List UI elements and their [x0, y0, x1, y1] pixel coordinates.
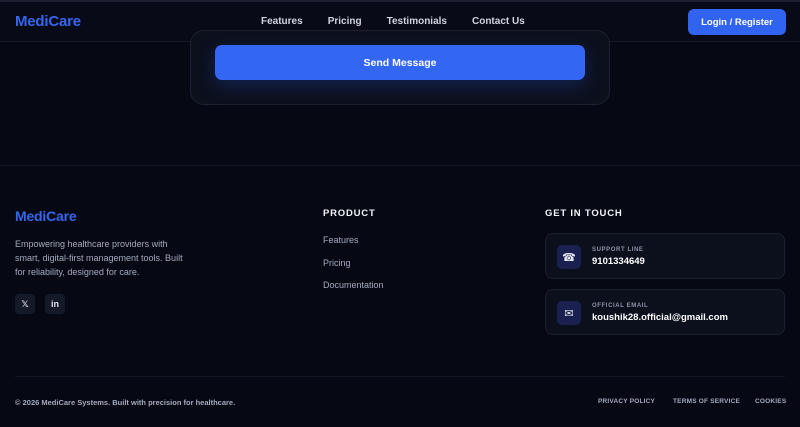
linkedin-social-icon[interactable]: in	[45, 294, 65, 314]
phone-icon: ☎	[557, 245, 581, 269]
support-line-label: SUPPORT LINE	[592, 247, 644, 253]
support-line-card[interactable]: ☎ SUPPORT LINE 9101334649	[545, 233, 785, 279]
footer-tagline: Empowering healthcare providers with sma…	[15, 239, 183, 277]
official-email-value: koushik28.official@gmail.com	[592, 312, 728, 323]
get-in-touch-heading: GET IN TOUCH	[545, 208, 623, 219]
nav-link-contact-us[interactable]: Contact Us	[472, 16, 525, 27]
nav-link-features[interactable]: Features	[261, 16, 303, 27]
privacy-policy-link[interactable]: PRIVACY POLICY	[598, 398, 655, 405]
cookies-link[interactable]: COOKIES	[755, 398, 786, 405]
product-heading: PRODUCT	[323, 208, 376, 219]
nav-link-testimonials[interactable]: Testimonials	[387, 16, 447, 27]
x-social-icon[interactable]: 𝕏	[15, 294, 35, 314]
brand-logo[interactable]: MediCare	[15, 13, 81, 30]
official-email-card[interactable]: ✉ OFFICIAL EMAIL koushik28.official@gmai…	[545, 289, 785, 335]
copyright-text: © 2026 MediCare Systems. Built with prec…	[15, 398, 236, 407]
footer-link-documentation[interactable]: Documentation	[323, 280, 384, 290]
official-email-label: OFFICIAL EMAIL	[592, 303, 649, 309]
footer-link-pricing[interactable]: Pricing	[323, 258, 351, 268]
terms-of-service-link[interactable]: TERMS OF SERVICE	[673, 398, 740, 405]
support-line-value: 9101334649	[592, 256, 645, 267]
footer-link-features[interactable]: Features	[323, 235, 359, 245]
nav-links: Features Pricing Testimonials Contact Us	[261, 16, 550, 27]
footer-logo[interactable]: MediCare	[15, 208, 77, 224]
envelope-icon: ✉	[557, 301, 581, 325]
login-register-button[interactable]: Login / Register	[688, 9, 786, 35]
section-divider	[0, 165, 800, 166]
footer-divider	[15, 376, 785, 377]
nav-link-pricing[interactable]: Pricing	[328, 16, 362, 27]
send-message-button[interactable]: Send Message	[215, 45, 585, 80]
